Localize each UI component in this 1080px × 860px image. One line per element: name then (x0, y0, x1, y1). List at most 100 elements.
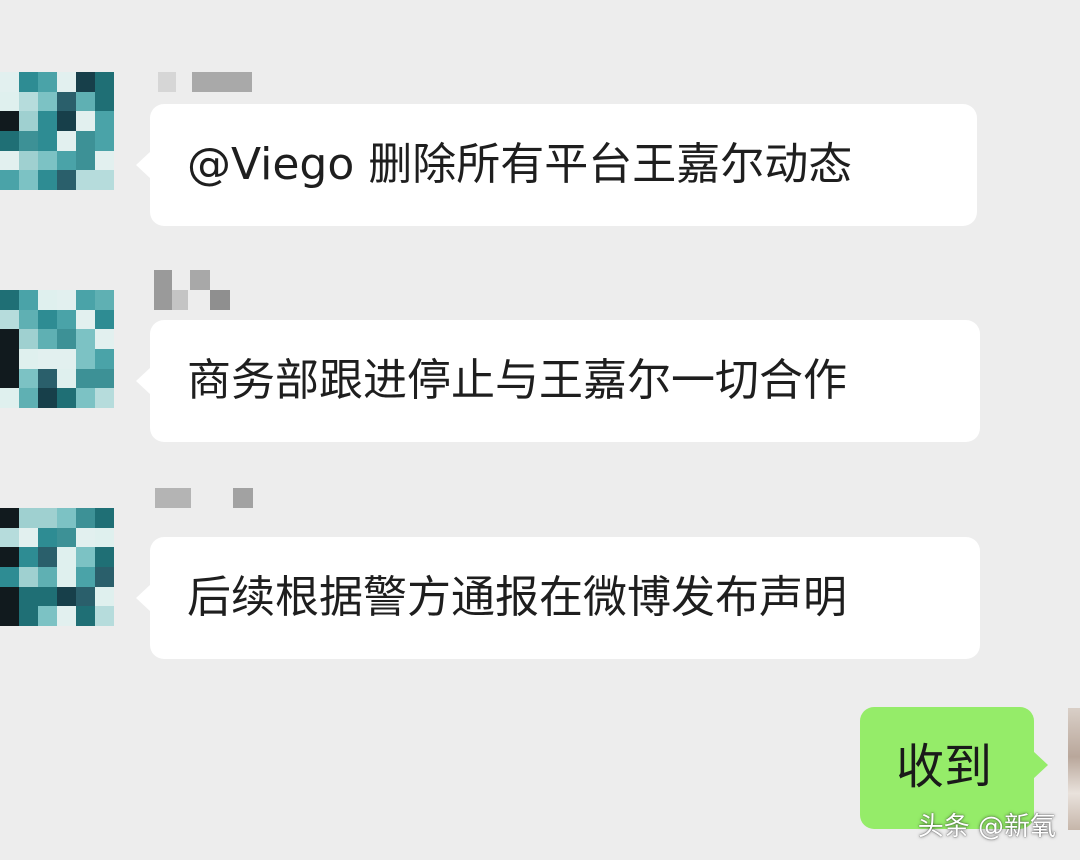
avatar-mosaic-cell (38, 388, 57, 408)
sender-name-mosaic-2 (154, 270, 234, 310)
avatar-mosaic-cell (38, 329, 57, 349)
sender-avatar-3[interactable] (0, 508, 114, 626)
avatar-mosaic-cell (76, 547, 95, 567)
avatar-mosaic-cell (95, 388, 114, 408)
avatar-mosaic-cell (95, 508, 114, 528)
avatar-mosaic-cell (19, 111, 38, 131)
avatar-mosaic-cell (76, 508, 95, 528)
avatar-mosaic-cell (0, 72, 19, 92)
avatar-mosaic-cell (95, 130, 114, 151)
avatar-mosaic-cell (19, 388, 38, 408)
avatar-mosaic-cell (57, 348, 76, 369)
avatar-mosaic-cell (38, 508, 57, 528)
avatar-mosaic-cell (0, 309, 19, 330)
avatar-mosaic-cell (95, 547, 114, 567)
avatar-mosaic-cell (0, 130, 19, 151)
avatar-mosaic-cell (38, 348, 57, 369)
avatar-mosaic-cell (57, 290, 76, 310)
avatar-mosaic-cell (76, 290, 95, 310)
avatar-mosaic-cell (57, 508, 76, 528)
avatar-mosaic-cell (95, 329, 114, 349)
reply-bubble[interactable]: 收到 (860, 707, 1048, 829)
avatar-mosaic-cell (38, 547, 57, 567)
avatar-mosaic-cell (38, 130, 57, 151)
avatar-mosaic-cell (19, 348, 38, 369)
avatar-mosaic-cell (19, 290, 38, 310)
avatar-mosaic-cell (19, 329, 38, 349)
avatar-mosaic-cell (19, 130, 38, 151)
sender-avatar-2[interactable] (0, 290, 114, 408)
avatar-mosaic-cell (95, 91, 114, 112)
avatar-mosaic-cell (57, 329, 76, 349)
avatar-mosaic-cell (95, 111, 114, 131)
message-bubble-3[interactable]: 后续根据警方通报在微博发布声明 (136, 537, 980, 659)
self-avatar[interactable] (1068, 708, 1080, 830)
avatar-mosaic-cell (38, 170, 57, 190)
avatar-mosaic-cell (0, 547, 19, 567)
avatar-mosaic-cell (0, 329, 19, 349)
avatar-mosaic-cell (19, 527, 38, 548)
message-text-1: @Viego 删除所有平台王嘉尔动态 (187, 139, 853, 190)
message-bubble-2[interactable]: 商务部跟进停止与王嘉尔一切合作 (136, 320, 980, 442)
avatar-mosaic-cell (76, 606, 95, 626)
message-text-2: 商务部跟进停止与王嘉尔一切合作 (187, 355, 847, 406)
avatar-mosaic-cell (57, 368, 76, 389)
avatar-mosaic-cell (19, 606, 38, 626)
avatar-mosaic-cell (0, 388, 19, 408)
avatar-mosaic-cell (0, 91, 19, 112)
avatar-mosaic-cell (95, 566, 114, 587)
avatar-mosaic-cell (0, 606, 19, 626)
sender-avatar-1[interactable] (0, 72, 114, 190)
avatar-mosaic-cell (38, 72, 57, 92)
avatar-mosaic-cell (57, 91, 76, 112)
reply-text: 收到 (896, 739, 993, 795)
avatar-mosaic-cell (38, 606, 57, 626)
avatar-mosaic-cell (0, 348, 19, 369)
avatar-mosaic-cell (38, 566, 57, 587)
avatar-mosaic-cell (95, 309, 114, 330)
watermark: 头条 @新氧 (917, 812, 1056, 842)
avatar-mosaic-cell (19, 566, 38, 587)
avatar-mosaic-cell (57, 586, 76, 607)
avatar-mosaic-cell (57, 606, 76, 626)
avatar-mosaic-cell (19, 91, 38, 112)
avatar-mosaic-cell (0, 508, 19, 528)
avatar-mosaic-cell (57, 547, 76, 567)
avatar-mosaic-cell (95, 72, 114, 92)
avatar-mosaic-cell (76, 368, 95, 389)
avatar-mosaic-cell (0, 586, 19, 607)
avatar-mosaic-cell (19, 150, 38, 171)
avatar-mosaic-cell (76, 309, 95, 330)
avatar-mosaic-cell (57, 130, 76, 151)
avatar-mosaic-cell (95, 368, 114, 389)
avatar-mosaic-cell (57, 170, 76, 190)
avatar-mosaic-cell (0, 111, 19, 131)
avatar-mosaic-cell (38, 368, 57, 389)
avatar-mosaic-cell (76, 566, 95, 587)
avatar-mosaic-cell (76, 91, 95, 112)
avatar-mosaic-cell (57, 111, 76, 131)
avatar-mosaic-cell (0, 368, 19, 389)
avatar-mosaic-cell (76, 388, 95, 408)
avatar-mosaic-cell (38, 586, 57, 607)
avatar-mosaic-cell (95, 606, 114, 626)
sender-name-mosaic-1 (158, 72, 258, 92)
avatar-mosaic-cell (76, 527, 95, 548)
avatar-mosaic-cell (95, 348, 114, 369)
avatar-mosaic-cell (57, 309, 76, 330)
avatar-mosaic-cell (19, 508, 38, 528)
avatar-mosaic-cell (95, 527, 114, 548)
avatar-mosaic-cell (95, 290, 114, 310)
avatar-mosaic-cell (57, 150, 76, 171)
avatar-mosaic-cell (76, 329, 95, 349)
message-bubble-1[interactable]: @Viego 删除所有平台王嘉尔动态 (136, 104, 977, 226)
avatar-mosaic-cell (0, 527, 19, 548)
avatar-mosaic-cell (19, 586, 38, 607)
avatar-mosaic-cell (76, 111, 95, 131)
avatar-mosaic-cell (38, 150, 57, 171)
avatar-mosaic-cell (38, 91, 57, 112)
avatar-mosaic-cell (38, 290, 57, 310)
avatar-mosaic-cell (38, 309, 57, 330)
avatar-mosaic-cell (76, 72, 95, 92)
avatar-mosaic-cell (19, 72, 38, 92)
